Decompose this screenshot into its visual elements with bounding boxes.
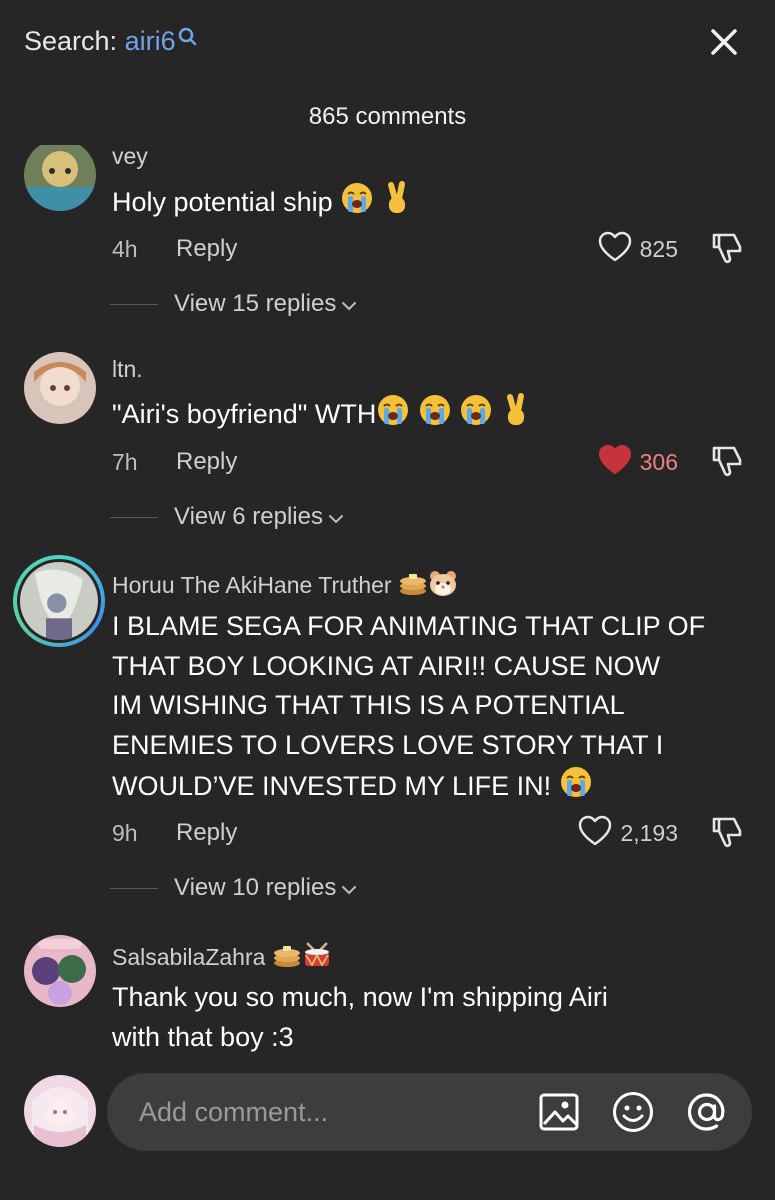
avatar[interactable] bbox=[24, 935, 96, 1007]
view-replies-label: View 6 replies bbox=[174, 503, 323, 530]
comment-line: THAT BOY LOOKING AT AIRI!! CAUSE NOW bbox=[112, 650, 661, 681]
like-button[interactable]: 2,193 bbox=[578, 815, 678, 852]
comment-line: IM WISHING THAT THIS IS A POTENTIAL bbox=[112, 690, 625, 720]
smiley-icon[interactable] bbox=[611, 1090, 655, 1134]
thumbs-down-icon[interactable] bbox=[710, 444, 746, 480]
avatar[interactable] bbox=[24, 352, 96, 424]
comment-text: I BLAME SEGA FOR ANIMATING THAT CLIP OF … bbox=[112, 607, 752, 811]
like-count: 825 bbox=[639, 236, 678, 262]
pancakes-icon bbox=[272, 941, 302, 975]
loudly-crying-face-icon bbox=[418, 393, 452, 439]
heart-icon bbox=[598, 231, 632, 268]
pancakes-icon bbox=[398, 569, 428, 603]
divider bbox=[110, 887, 158, 889]
thumbs-down-icon[interactable] bbox=[710, 231, 746, 267]
victory-hand-icon bbox=[501, 393, 531, 439]
comment-input-container bbox=[107, 1073, 752, 1151]
comment-username-text: SalsabilaZahra bbox=[112, 944, 266, 970]
search-link[interactable]: Search: airi6 bbox=[24, 26, 198, 57]
view-replies-label: View 15 replies bbox=[174, 290, 337, 317]
like-count: 2,193 bbox=[620, 820, 678, 846]
comment-time: 9h bbox=[112, 820, 138, 846]
search-term[interactable]: airi6 bbox=[125, 26, 176, 56]
view-replies-button[interactable]: View 6 replies bbox=[110, 503, 344, 531]
comment-time: 4h bbox=[112, 236, 138, 262]
like-button[interactable]: 825 bbox=[598, 231, 678, 268]
comment-body: "Airi's boyfriend" WTH bbox=[112, 399, 377, 429]
comment-username-text: Horuu The AkiHane Truther bbox=[112, 572, 392, 598]
comment-line: I BLAME SEGA FOR ANIMATING THAT CLIP OF bbox=[112, 611, 706, 641]
divider bbox=[110, 516, 158, 518]
comment-composer bbox=[0, 1055, 775, 1200]
loudly-crying-face-icon bbox=[376, 393, 410, 439]
comment-text: Thank you so much, now I'm shipping Airi… bbox=[112, 978, 752, 1055]
loudly-crying-face-icon bbox=[459, 393, 493, 439]
search-icon bbox=[178, 24, 198, 55]
comment-username[interactable]: SalsabilaZahra bbox=[112, 941, 332, 975]
comment-time: 7h bbox=[112, 449, 138, 475]
victory-hand-icon bbox=[382, 181, 412, 227]
comments-list[interactable]: vey Holy potential ship 4h Reply 825 Vie… bbox=[0, 145, 775, 1055]
view-replies-button[interactable]: View 10 replies bbox=[110, 874, 357, 902]
comment-line: with that boy :3 bbox=[112, 1021, 294, 1052]
comment-text: "Airi's boyfriend" WTH bbox=[112, 393, 752, 439]
comment-input[interactable] bbox=[139, 1073, 519, 1151]
view-replies-label: View 10 replies bbox=[174, 874, 337, 901]
like-button[interactable]: 306 bbox=[598, 444, 678, 481]
avatar[interactable] bbox=[13, 555, 105, 647]
avatar[interactable] bbox=[24, 1075, 96, 1147]
close-icon[interactable] bbox=[704, 22, 744, 62]
reply-button[interactable]: Reply bbox=[176, 819, 237, 847]
chevron-down-icon bbox=[341, 874, 357, 902]
at-sign-icon[interactable] bbox=[685, 1090, 729, 1134]
view-replies-button[interactable]: View 15 replies bbox=[110, 290, 357, 318]
comment-line: ENEMIES TO LOVERS LOVE STORY THAT I bbox=[112, 729, 664, 760]
chevron-down-icon bbox=[341, 290, 357, 318]
comment-username[interactable]: ltn. bbox=[112, 356, 143, 383]
drum-icon bbox=[302, 941, 332, 975]
reply-button[interactable]: Reply bbox=[176, 448, 237, 476]
comment-count: 865 comments bbox=[308, 103, 467, 130]
comment-line: Thank you so much, now I'm shipping Airi bbox=[112, 982, 608, 1012]
loudly-crying-face-icon bbox=[559, 765, 593, 811]
thumbs-down-icon[interactable] bbox=[710, 815, 746, 851]
reply-button[interactable]: Reply bbox=[176, 235, 237, 263]
comment-username[interactable]: Horuu The AkiHane Truther bbox=[112, 569, 458, 603]
comment-body: Holy potential ship bbox=[112, 187, 333, 217]
search-prefix: Search: bbox=[24, 26, 125, 56]
chevron-down-icon bbox=[328, 503, 344, 531]
comment-line: WOULD’VE INVESTED MY LIFE IN! bbox=[112, 771, 552, 801]
like-count: 306 bbox=[639, 449, 678, 475]
hamster-face-icon bbox=[428, 569, 458, 603]
heart-icon bbox=[578, 815, 612, 852]
comment-username[interactable]: vey bbox=[112, 145, 148, 170]
loudly-crying-face-icon bbox=[340, 181, 374, 227]
image-icon[interactable] bbox=[537, 1090, 581, 1134]
divider bbox=[110, 303, 158, 305]
avatar[interactable] bbox=[24, 145, 96, 211]
heart-icon bbox=[598, 444, 632, 481]
comment-text: Holy potential ship bbox=[112, 181, 752, 227]
header: Search: airi6 865 comments bbox=[0, 0, 775, 145]
comments-sheet: Search: airi6 865 comments vey Holy pote… bbox=[0, 0, 775, 1200]
